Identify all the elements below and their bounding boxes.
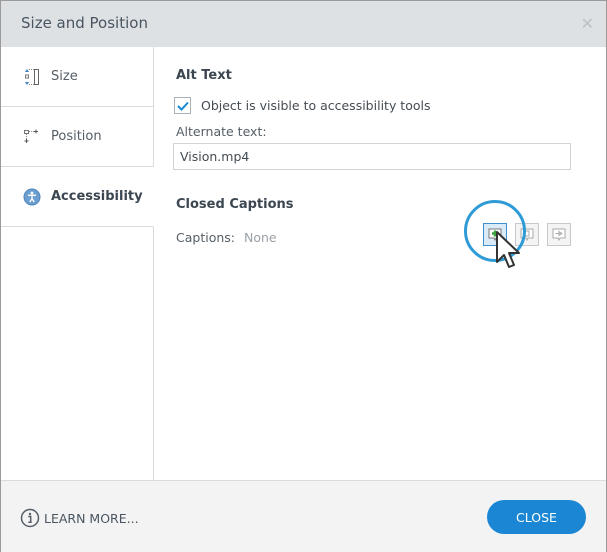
checkmark-icon bbox=[176, 101, 189, 111]
close-button[interactable]: CLOSE bbox=[487, 500, 586, 534]
alt-text-heading: Alt Text bbox=[176, 68, 232, 83]
import-caption-button[interactable] bbox=[547, 223, 571, 246]
sidebar: Size Position Accessibility bbox=[1, 47, 154, 480]
size-and-position-dialog: Size and Position ✕ Size Position Access… bbox=[0, 0, 607, 552]
dialog-footer: LEARN MORE... CLOSE bbox=[1, 480, 606, 552]
sidebar-item-accessibility[interactable]: Accessibility bbox=[1, 167, 154, 227]
alternate-text-input[interactable] bbox=[173, 143, 571, 170]
captions-value: None bbox=[244, 230, 277, 245]
sidebar-item-label: Size bbox=[51, 69, 78, 84]
visible-to-accessibility-checkbox[interactable] bbox=[174, 97, 191, 114]
sidebar-item-label: Position bbox=[51, 129, 102, 144]
sidebar-item-size[interactable]: Size bbox=[1, 47, 153, 107]
accessibility-panel: Alt Text Object is visible to accessibil… bbox=[154, 47, 606, 480]
position-icon bbox=[23, 128, 41, 146]
caption-edit-icon bbox=[520, 228, 534, 241]
learn-more-label: LEARN MORE... bbox=[44, 510, 139, 526]
add-caption-button[interactable] bbox=[483, 223, 507, 246]
closed-captions-heading: Closed Captions bbox=[176, 197, 294, 212]
title-bar: Size and Position ✕ bbox=[1, 1, 606, 47]
captions-label: Captions: bbox=[176, 230, 235, 245]
accessibility-icon bbox=[23, 188, 41, 206]
edit-caption-button[interactable] bbox=[515, 223, 539, 246]
learn-more-link[interactable]: LEARN MORE... bbox=[20, 508, 139, 528]
sidebar-item-label: Accessibility bbox=[51, 189, 143, 204]
sidebar-item-position[interactable]: Position bbox=[1, 107, 153, 167]
caption-add-icon bbox=[488, 228, 502, 241]
size-icon bbox=[23, 68, 41, 86]
info-icon bbox=[20, 508, 40, 528]
caption-import-icon bbox=[552, 228, 566, 241]
checkbox-label: Object is visible to accessibility tools bbox=[201, 98, 431, 113]
dialog-title: Size and Position bbox=[21, 14, 148, 32]
visible-to-accessibility-row: Object is visible to accessibility tools bbox=[174, 97, 431, 114]
close-x-icon[interactable]: ✕ bbox=[581, 14, 594, 33]
alternate-text-label: Alternate text: bbox=[176, 124, 267, 139]
